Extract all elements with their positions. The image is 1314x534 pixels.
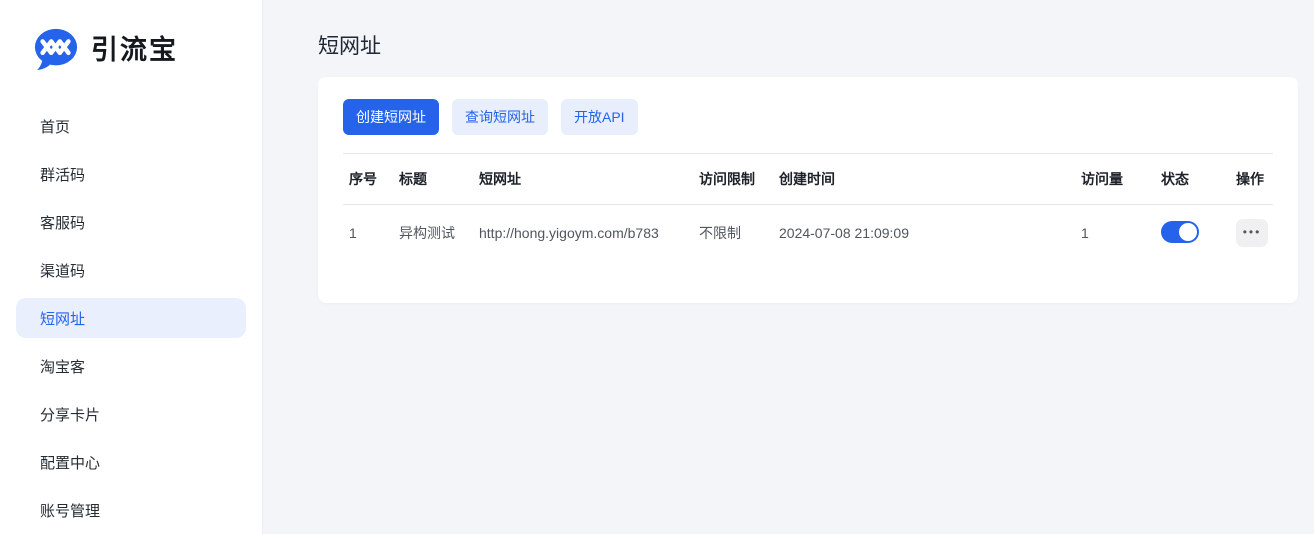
sidebar-nav: 首页 群活码 客服码 渠道码 短网址 淘宝客 分享卡片 配置中心 账号管理 bbox=[0, 106, 262, 530]
cell-access-limit: 不限制 bbox=[693, 205, 773, 262]
sidebar-item-config-center[interactable]: 配置中心 bbox=[16, 442, 246, 482]
main-content: 短网址 创建短网址 查询短网址 开放API 序号 标题 短网址 访问限制 创建时… bbox=[264, 0, 1314, 534]
app-logo: 引流宝 bbox=[0, 0, 262, 72]
shorturl-table: 序号 标题 短网址 访问限制 创建时间 访问量 状态 操作 1 异构测试 htt… bbox=[343, 153, 1273, 261]
col-header-actions: 操作 bbox=[1230, 154, 1273, 205]
sidebar-item-home[interactable]: 首页 bbox=[16, 106, 246, 146]
status-toggle[interactable] bbox=[1161, 221, 1199, 243]
create-shorturl-button[interactable]: 创建短网址 bbox=[343, 99, 439, 135]
cell-status bbox=[1155, 205, 1230, 262]
sidebar-item-service-code[interactable]: 客服码 bbox=[16, 202, 246, 242]
col-header-status: 状态 bbox=[1155, 154, 1230, 205]
app-name: 引流宝 bbox=[91, 37, 178, 64]
col-header-created-at: 创建时间 bbox=[773, 154, 1075, 205]
sidebar: 引流宝 首页 群活码 客服码 渠道码 短网址 淘宝客 分享卡片 配置中心 账号管… bbox=[0, 0, 263, 534]
sidebar-item-share-card[interactable]: 分享卡片 bbox=[16, 394, 246, 434]
col-header-short-url: 短网址 bbox=[473, 154, 693, 205]
sidebar-item-taobaoke[interactable]: 淘宝客 bbox=[16, 346, 246, 386]
query-shorturl-button[interactable]: 查询短网址 bbox=[452, 99, 548, 135]
page-title: 短网址 bbox=[318, 34, 1298, 60]
more-actions-icon: ••• bbox=[1243, 226, 1262, 238]
sidebar-item-channel-code[interactable]: 渠道码 bbox=[16, 250, 246, 290]
cell-created-at: 2024-07-08 21:09:09 bbox=[773, 205, 1075, 262]
col-header-title: 标题 bbox=[393, 154, 473, 205]
cell-index: 1 bbox=[343, 205, 393, 262]
col-header-access-limit: 访问限制 bbox=[693, 154, 773, 205]
toggle-knob bbox=[1179, 223, 1197, 241]
more-actions-button[interactable]: ••• bbox=[1236, 219, 1268, 247]
cell-visits: 1 bbox=[1075, 205, 1155, 262]
sidebar-item-account-mgmt[interactable]: 账号管理 bbox=[16, 490, 246, 530]
table-row: 1 异构测试 http://hong.yigoym.com/b783 不限制 2… bbox=[343, 205, 1273, 262]
col-header-visits: 访问量 bbox=[1075, 154, 1155, 205]
col-header-index: 序号 bbox=[343, 154, 393, 205]
table-header-row: 序号 标题 短网址 访问限制 创建时间 访问量 状态 操作 bbox=[343, 154, 1273, 205]
sidebar-item-group-code[interactable]: 群活码 bbox=[16, 154, 246, 194]
content-card: 创建短网址 查询短网址 开放API 序号 标题 短网址 访问限制 创建时间 访问… bbox=[318, 77, 1298, 303]
cell-title: 异构测试 bbox=[393, 205, 473, 262]
chat-bubble-double-x-icon bbox=[33, 27, 79, 73]
toolbar: 创建短网址 查询短网址 开放API bbox=[343, 99, 1273, 135]
open-api-button[interactable]: 开放API bbox=[561, 99, 638, 135]
cell-actions: ••• bbox=[1230, 205, 1273, 262]
cell-short-url: http://hong.yigoym.com/b783 bbox=[473, 205, 693, 262]
sidebar-item-short-url[interactable]: 短网址 bbox=[16, 298, 246, 338]
